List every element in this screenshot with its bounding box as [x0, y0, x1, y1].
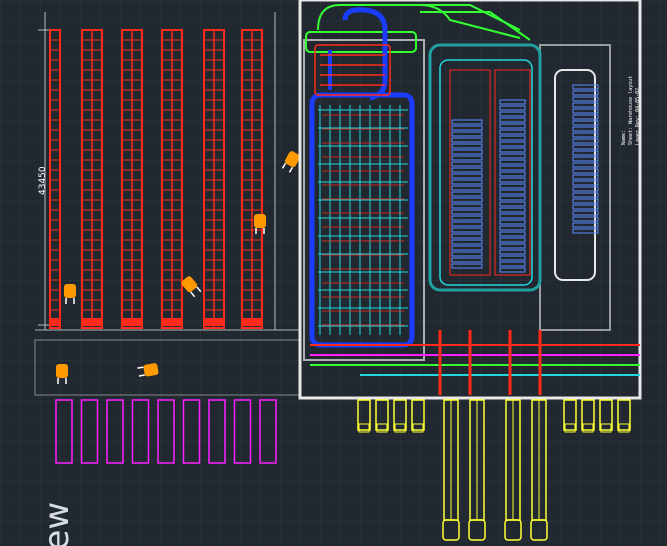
view-label: iew — [37, 502, 77, 546]
cad-layout-drawing: 43450 Name: Sheet: Warehouse layout Laye… — [0, 0, 667, 546]
legend-line-name: Name: — [621, 130, 627, 145]
dimension-label: 43450 — [38, 166, 48, 195]
legend-line-revision: Layer Rev: 04-05-02 — [635, 88, 641, 145]
legend-line-sheet: Sheet: Warehouse layout — [628, 76, 634, 145]
grid-lines — [0, 0, 667, 546]
